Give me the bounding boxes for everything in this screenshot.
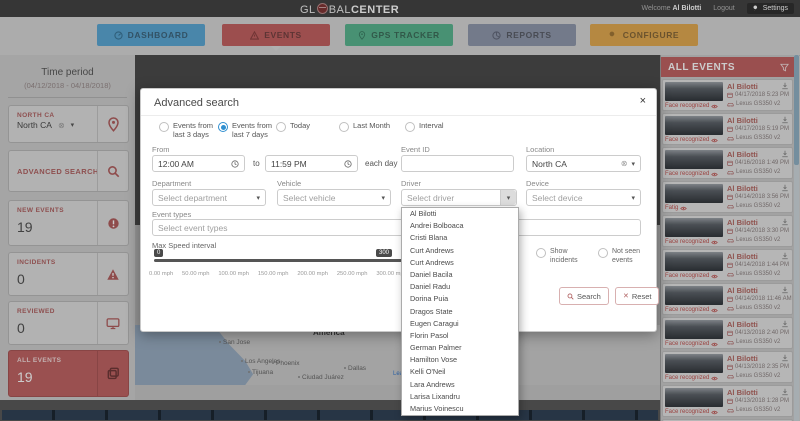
to-time-input[interactable]: 11:59 PM xyxy=(265,155,358,172)
location-label: Location xyxy=(526,145,555,154)
chevron-down-icon: ▾ xyxy=(256,194,260,202)
event-types-input[interactable]: Select event types xyxy=(152,219,641,236)
driver-option[interactable]: Florin Pasol xyxy=(402,330,518,342)
driver-option[interactable]: Daniel Bacila xyxy=(402,269,518,281)
driver-option[interactable]: Marius Voinescu xyxy=(402,403,518,415)
chevron-down-icon[interactable]: ▾ xyxy=(500,190,516,205)
radio-show-incidents[interactable]: Show incidents xyxy=(536,247,582,265)
radio-events-last-7-days[interactable]: Events from last 7 days xyxy=(218,121,280,140)
radio-events-last-3-days[interactable]: Events from last 3 days xyxy=(159,121,221,140)
from-time-input[interactable]: 12:00 AM xyxy=(152,155,245,172)
from-label: From xyxy=(152,145,170,154)
driver-dropdown: Al Bilotti Andrei Bolboaca Cristi Blana Cur… xyxy=(401,207,519,417)
driver-option[interactable]: Cristi Blana xyxy=(402,232,518,244)
driver-option[interactable]: Kelli O'Neil xyxy=(402,366,518,378)
location-select[interactable]: North CA ⊗ ▾ xyxy=(526,155,641,172)
speed-tick-labels: 0.00 mph 50.00 mph 100.00 mph 150.00 mph 200… xyxy=(149,271,407,277)
driver-option[interactable]: German Palmer xyxy=(402,342,518,354)
chevron-down-icon: ▾ xyxy=(631,194,635,202)
driver-option[interactable]: Daniel Radu xyxy=(402,281,518,293)
event-id-input[interactable] xyxy=(401,155,514,172)
search-icon xyxy=(567,293,574,300)
driver-option[interactable]: Al Bilotti xyxy=(402,208,518,220)
advanced-search-modal: Advanced search × Events from last 3 day… xyxy=(140,88,660,417)
reset-button[interactable]: ✕ Reset xyxy=(615,287,660,305)
driver-select[interactable]: Select driver ▾ xyxy=(401,189,517,206)
chevron-down-icon: ▾ xyxy=(381,194,385,202)
to-label: to xyxy=(253,159,260,168)
clock-icon[interactable] xyxy=(344,159,352,168)
search-button[interactable]: Search xyxy=(559,287,609,305)
clock-icon[interactable] xyxy=(231,159,239,168)
radio-last-month[interactable]: Last Month xyxy=(339,121,390,132)
each-day-label: each day xyxy=(365,159,398,168)
driver-option[interactable]: Eugen Caragui xyxy=(402,318,518,330)
radio-icon[interactable] xyxy=(598,248,608,258)
speed-tick: 100.00 mph xyxy=(218,271,249,277)
modal-title: Advanced search xyxy=(154,97,239,109)
speed-tick: 0.00 mph xyxy=(149,271,174,277)
driver-option[interactable]: Curt Andrews xyxy=(402,245,518,257)
clear-icon[interactable]: ⊗ xyxy=(621,159,628,168)
event-types-label: Event types xyxy=(152,210,192,219)
driver-option[interactable]: Dragos State xyxy=(402,306,518,318)
radio-not-seen-events[interactable]: Not seen events xyxy=(598,247,646,265)
radio-icon[interactable] xyxy=(159,122,169,132)
speed-max-handle[interactable]: 300 xyxy=(376,249,393,257)
device-label: Device xyxy=(526,179,549,188)
speed-tick: 250.00 mph xyxy=(336,271,368,277)
driver-option[interactable]: Andrei Bolboaca xyxy=(402,220,518,232)
vehicle-label: Vehicle xyxy=(277,179,302,188)
close-icon[interactable]: × xyxy=(640,95,646,107)
chevron-down-icon: ▾ xyxy=(631,160,635,168)
radio-icon[interactable] xyxy=(536,248,546,258)
event-id-label: Event ID xyxy=(401,145,430,154)
radio-interval[interactable]: Interval xyxy=(405,121,444,132)
department-select[interactable]: Select department ▾ xyxy=(152,189,266,206)
radio-icon[interactable] xyxy=(339,122,349,132)
driver-option[interactable]: Dorina Puia xyxy=(402,293,518,305)
driver-option[interactable]: Hamilton Vose xyxy=(402,354,518,366)
department-label: Department xyxy=(152,179,192,188)
driver-option[interactable]: Larisa Lixandru xyxy=(402,391,518,403)
radio-icon[interactable] xyxy=(405,122,415,132)
divider xyxy=(141,115,656,116)
radio-icon[interactable] xyxy=(276,122,286,132)
radio-selected-icon[interactable] xyxy=(218,122,228,132)
speed-slider[interactable]: 0 300 xyxy=(154,249,402,262)
global-center-app: GL BALCENTER Welcome Al Bilotti Logout Se… xyxy=(0,0,800,421)
driver-option[interactable]: Lara Andrews xyxy=(402,379,518,391)
vehicle-select[interactable]: Select vehicle ▾ xyxy=(277,189,391,206)
driver-label: Driver xyxy=(401,179,421,188)
speed-min-handle[interactable]: 0 xyxy=(154,249,164,257)
speed-tick: 50.00 mph xyxy=(182,271,210,277)
speed-tick: 150.00 mph xyxy=(257,271,289,277)
driver-option[interactable]: Curt Andrews xyxy=(402,257,518,269)
radio-today[interactable]: Today xyxy=(276,121,310,132)
close-icon: ✕ xyxy=(623,293,629,300)
device-select[interactable]: Select device ▾ xyxy=(526,189,641,206)
speed-tick: 200.00 mph xyxy=(297,271,328,277)
